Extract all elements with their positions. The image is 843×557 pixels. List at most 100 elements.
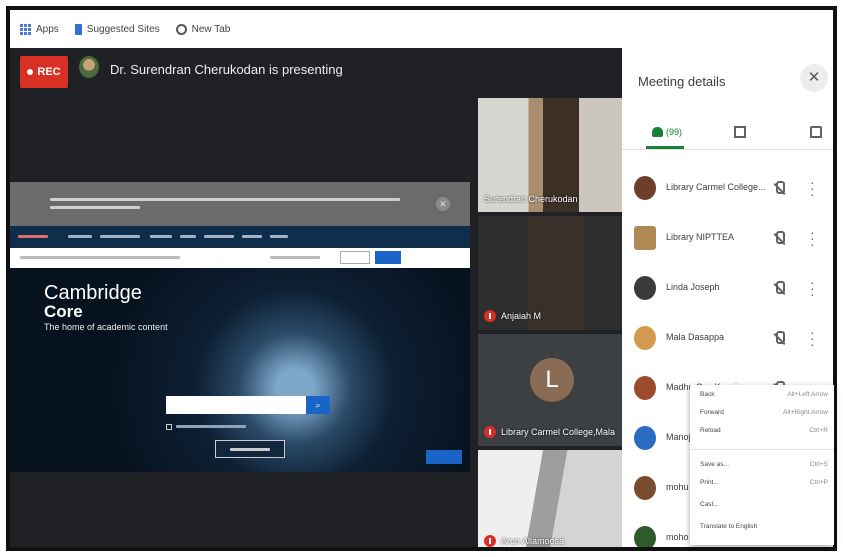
menu-separator bbox=[690, 449, 834, 450]
search-icon[interactable]: ⌕ bbox=[306, 396, 330, 414]
panel-divider bbox=[622, 149, 833, 150]
participant-row[interactable]: Mala Dasappa · · · bbox=[622, 314, 833, 364]
menu-item-shortcut: Alt+Right Arrow bbox=[783, 409, 828, 416]
presenting-banner: Dr. Surendran Cherukodan is presenting bbox=[110, 62, 343, 77]
menu-item-label: Cast... bbox=[700, 501, 719, 508]
people-icon bbox=[652, 127, 663, 137]
menu-item-shortcut: Ctrl+P bbox=[809, 479, 828, 486]
cambridge-search-input[interactable] bbox=[166, 396, 306, 414]
menu-item-cast[interactable]: Cast... bbox=[700, 501, 828, 513]
more-options-icon[interactable]: · · · bbox=[810, 175, 815, 201]
menu-item-shortcut: Ctrl+S bbox=[809, 461, 828, 468]
globe-icon bbox=[175, 23, 187, 35]
participant-name: mohu bbox=[666, 482, 689, 492]
participant-name: Library Carmel College... bbox=[666, 182, 766, 192]
activities-icon bbox=[810, 126, 822, 138]
people-count: (99) bbox=[666, 127, 683, 137]
recording-badge: REC bbox=[20, 56, 68, 88]
participant-name: Linda Joseph bbox=[666, 282, 720, 292]
cambridge-subnav bbox=[10, 248, 470, 268]
participant-tile[interactable]: Arun Allamoosa bbox=[478, 450, 622, 547]
bookmark-apps-label: Apps bbox=[36, 23, 59, 35]
shared-screen: ✕ Cambridge Core The home of academic co… bbox=[10, 182, 470, 472]
participant-avatar bbox=[634, 426, 656, 450]
meet-stage: REC Dr. Surendran Cherukodan is presenti… bbox=[10, 48, 622, 547]
menu-item-label: Print... bbox=[700, 479, 719, 486]
participant-name: Manoj bbox=[666, 432, 691, 442]
participant-name: moho bbox=[666, 532, 689, 542]
tile-name-tag: Library Carmel College,Mala bbox=[484, 426, 615, 438]
more-options-icon[interactable]: · · · bbox=[810, 275, 815, 301]
participant-avatar bbox=[634, 376, 656, 400]
cambridge-browse-button[interactable] bbox=[215, 440, 285, 458]
participant-tile[interactable]: Surendran Cherukodan bbox=[478, 98, 622, 212]
mic-off-icon bbox=[484, 310, 496, 322]
participant-avatar: L bbox=[530, 358, 574, 402]
menu-item-label: Reload bbox=[700, 427, 721, 434]
more-options-icon[interactable]: · · · bbox=[810, 225, 815, 251]
cambridge-search-button[interactable] bbox=[375, 251, 401, 264]
participant-avatar bbox=[634, 526, 656, 547]
cambridge-core-title: Core bbox=[44, 302, 83, 321]
menu-item-shortcut: Alt+Left Arrow bbox=[787, 391, 828, 398]
bookmark-new-tab-label: New Tab bbox=[191, 23, 231, 35]
cookie-close-icon[interactable]: ✕ bbox=[436, 197, 450, 211]
cambridge-search-checkbox[interactable] bbox=[166, 424, 172, 430]
menu-item-label: Back bbox=[700, 391, 715, 398]
tile-name: Anjaiah M bbox=[501, 311, 542, 321]
participant-name: Library NIPTTEA bbox=[666, 232, 735, 242]
participant-avatar bbox=[634, 176, 656, 200]
tab-people[interactable]: (99) bbox=[652, 120, 682, 144]
participant-row[interactable]: Linda Joseph · · · bbox=[622, 264, 833, 314]
participant-row[interactable]: Library NIPTTEA · · · bbox=[622, 214, 833, 264]
apps-grid-icon bbox=[20, 23, 31, 35]
more-options-icon[interactable]: · · · bbox=[810, 325, 815, 351]
mic-off-icon bbox=[772, 331, 786, 346]
record-dot-icon bbox=[27, 69, 34, 75]
cambridge-tagline: The home of academic content bbox=[44, 322, 168, 332]
mic-off-icon bbox=[772, 231, 786, 246]
menu-item-forward[interactable]: Forward Alt+Right Arrow bbox=[700, 409, 828, 421]
menu-item-save-as[interactable]: Save as... Ctrl+S bbox=[700, 461, 828, 473]
tile-name-tag: Anjaiah M bbox=[484, 310, 541, 322]
menu-item-print[interactable]: Print... Ctrl+P bbox=[700, 479, 828, 491]
participant-name: Mala Dasappa bbox=[666, 332, 725, 342]
participant-avatar bbox=[634, 476, 656, 500]
participant-row[interactable]: Library Carmel College... · · · bbox=[622, 164, 833, 214]
tile-name-tag: Arun Allamoosa bbox=[484, 535, 564, 547]
mic-off-icon bbox=[772, 281, 786, 296]
cambridge-hero: Cambridge Core The home of academic cont… bbox=[10, 268, 470, 472]
mic-off-icon bbox=[484, 426, 496, 438]
tile-name: Library Carmel College,Mala bbox=[501, 427, 616, 437]
close-icon[interactable]: ✕ bbox=[800, 64, 828, 92]
participant-avatar bbox=[634, 226, 656, 250]
bookmark-page-icon bbox=[74, 23, 82, 35]
participant-tile[interactable]: Anjaiah M bbox=[478, 216, 622, 330]
cookie-banner: ✕ bbox=[10, 182, 470, 226]
tile-name: Arun Allamoosa bbox=[501, 536, 565, 546]
participant-tile[interactable]: L Library Carmel College,Mala bbox=[478, 334, 622, 446]
cambridge-nav-bar bbox=[10, 226, 470, 248]
menu-item-label: Translate to English bbox=[700, 523, 758, 530]
mic-off-icon bbox=[484, 535, 496, 547]
mic-off-icon bbox=[772, 181, 786, 196]
tile-name-tag: Surendran Cherukodan bbox=[484, 194, 578, 204]
participant-avatar bbox=[634, 276, 656, 300]
menu-item-shortcut: Ctrl+R bbox=[809, 427, 828, 434]
chat-icon bbox=[734, 126, 746, 138]
bookmark-suggested-sites[interactable]: Suggested Sites bbox=[74, 23, 160, 35]
bookmarks-bar: Apps Suggested Sites New Tab bbox=[10, 10, 833, 48]
cambridge-signin-button[interactable] bbox=[340, 251, 370, 264]
menu-item-label: Forward bbox=[700, 409, 724, 416]
participant-avatar bbox=[634, 326, 656, 350]
tab-chat[interactable] bbox=[734, 120, 746, 144]
bookmark-new-tab[interactable]: New Tab bbox=[175, 23, 231, 35]
menu-item-reload[interactable]: Reload Ctrl+R bbox=[700, 427, 828, 439]
menu-item-label: Save as... bbox=[700, 461, 729, 468]
bookmark-apps[interactable]: Apps bbox=[20, 23, 59, 35]
menu-item-back[interactable]: Back Alt+Left Arrow bbox=[700, 391, 828, 403]
cambridge-feedback-button[interactable] bbox=[426, 450, 462, 464]
menu-item-translate[interactable]: Translate to English bbox=[700, 523, 828, 535]
tab-activities[interactable] bbox=[810, 120, 822, 144]
tile-name: Surendran Cherukodan bbox=[484, 194, 578, 204]
